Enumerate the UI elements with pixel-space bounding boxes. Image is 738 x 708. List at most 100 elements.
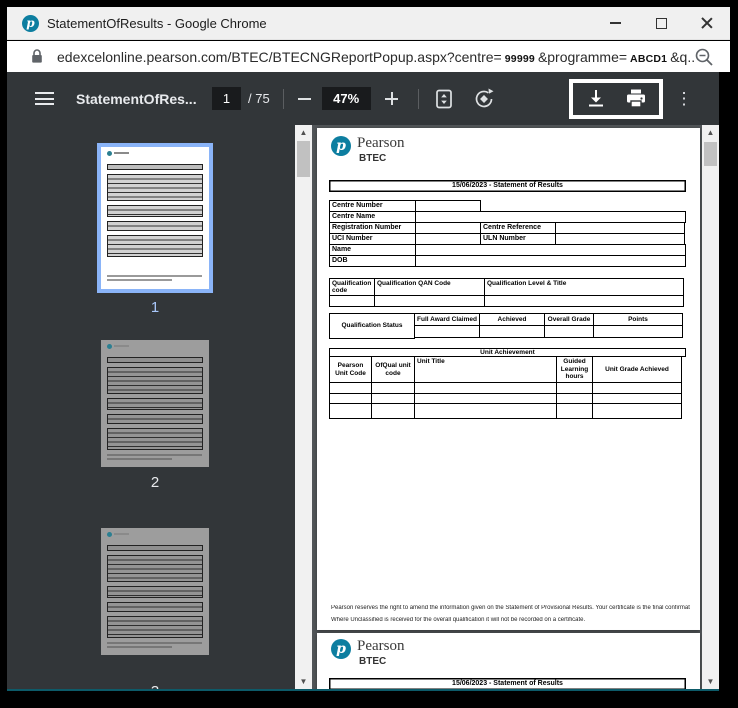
scroll-up-button[interactable]: ▲ (702, 125, 719, 140)
maximize-icon (656, 18, 667, 29)
hamburger-icon (35, 92, 54, 94)
print-button[interactable] (623, 86, 649, 112)
value-cell (414, 403, 557, 419)
download-button[interactable] (583, 86, 609, 112)
value-cell (484, 295, 684, 307)
header-cell: Unit Grade Achieved (592, 356, 682, 383)
lock-icon[interactable] (31, 49, 43, 64)
scroll-down-button[interactable]: ▼ (702, 674, 719, 689)
thumbnail-preview (101, 528, 209, 655)
header-cell: Qualification Level & Title (484, 278, 684, 296)
fit-page-icon (434, 89, 454, 109)
scroll-thumb[interactable] (704, 142, 717, 166)
scroll-up-button[interactable]: ▲ (295, 125, 312, 140)
pdf-viewer-content: 1 2 3 ▲ ▼ (7, 125, 719, 689)
programme-value: ABCD1 (630, 53, 667, 65)
value-cell (329, 295, 375, 307)
more-options-button[interactable]: ⋮ (675, 89, 693, 109)
header-cell: Pearson Unit Code (329, 356, 372, 383)
header-cell: Qualification QAN Code (374, 278, 485, 296)
table-row: Pearson Unit Code OfQual unit code Unit … (329, 356, 686, 383)
brand-name: Pearson (357, 638, 405, 655)
scroll-down-button[interactable]: ▼ (295, 674, 312, 689)
close-icon (701, 17, 713, 29)
brand-sub: BTEC (359, 656, 386, 667)
thumbnail-label-2: 2 (101, 474, 209, 491)
url-text: edexcelonline.pearson.com/BTEC/BTECNGRep… (57, 49, 694, 65)
thumbnail-label-1: 1 (101, 299, 209, 316)
minimize-button[interactable] (592, 7, 638, 40)
value-cell (593, 325, 683, 338)
window-title: StatementOfResults - Google Chrome (47, 16, 267, 31)
pearson-favicon-icon: p (22, 15, 39, 32)
footer-disclaimer-line: Pearson reserves the right to amend the … (331, 605, 690, 611)
thumbnail-preview (101, 340, 209, 467)
statement-header-bar: 15/06/2023 - Statement of Results (329, 180, 686, 192)
zoom-level: 47% (322, 87, 371, 110)
minimize-icon (610, 22, 621, 24)
maximize-button[interactable] (638, 7, 684, 40)
rotate-button[interactable] (471, 86, 497, 112)
pdf-toolbar: StatementOfRes... 1 / 75 47% (7, 72, 719, 125)
minus-icon (298, 98, 311, 100)
qualification-status-table: Qualification Status Full Award Claimed … (329, 313, 686, 339)
plus-icon (385, 92, 398, 105)
table-row: DOB (329, 255, 686, 267)
brand-sub: BTEC (359, 153, 386, 164)
thumbnail-page-3[interactable] (101, 528, 209, 655)
dots-vertical-icon: ⋮ (676, 89, 693, 108)
header-cell: Guided Learning hours (556, 356, 593, 383)
toolbar-separator (418, 89, 419, 109)
label-cell: Qualification Status (329, 313, 415, 339)
header-cell: Qualification code (329, 278, 375, 296)
footer-disclaimer-line: Where Unclassified is received for the o… (331, 617, 690, 623)
zoom-out-page-icon[interactable] (694, 47, 714, 67)
print-icon (626, 89, 646, 108)
scroll-thumb[interactable] (297, 141, 310, 177)
thumbnail-page-1[interactable] (97, 143, 213, 293)
pearson-logo-icon: p (331, 639, 351, 659)
brand-name: Pearson (357, 135, 405, 152)
label-cell: DOB (329, 255, 416, 267)
main-scrollbar[interactable]: ▲ ▼ (702, 125, 719, 689)
thumbnail-sidebar: 1 2 3 (7, 125, 295, 689)
thumbnail-preview (101, 147, 209, 289)
document-title: StatementOfRes... (76, 91, 204, 107)
value-cell (592, 403, 682, 419)
table-row (329, 295, 686, 307)
thumbnail-label-3: 3 (101, 683, 209, 689)
close-button[interactable] (684, 7, 730, 40)
value-cell (415, 255, 686, 267)
thumbnail-page-2[interactable] (101, 340, 209, 467)
window-controls (592, 7, 730, 40)
value-cell (374, 295, 485, 307)
window-right-gap (719, 72, 730, 691)
table-row (414, 325, 685, 338)
page-count-label: / 75 (248, 91, 270, 106)
browser-window: p StatementOfResults - Google Chrome ede… (7, 7, 730, 691)
value-cell (479, 325, 545, 338)
window-titlebar: p StatementOfResults - Google Chrome (7, 7, 730, 40)
value-cell (556, 403, 593, 419)
zoom-out-button[interactable] (292, 86, 318, 112)
pdf-main-view: p Pearson BTEC 15/06/2023 - Statement of… (312, 125, 702, 689)
sidebar-scrollbar[interactable]: ▲ ▼ (295, 125, 312, 689)
statement-header-bar: 15/06/2023 - Statement of Results (329, 678, 686, 689)
menu-button[interactable] (35, 92, 54, 105)
qualification-table: Qualification code Qualification QAN Cod… (329, 278, 686, 307)
desktop: p StatementOfResults - Google Chrome ede… (0, 0, 738, 708)
zoom-in-button[interactable] (379, 86, 405, 112)
header-cell: Unit Title (414, 356, 557, 383)
rotate-icon (473, 88, 495, 110)
pearson-logo-icon: p (331, 136, 351, 156)
candidate-info-table: Centre Number Centre Name Registration N… (329, 200, 686, 267)
value-cell (544, 325, 594, 338)
toolbar-separator (283, 89, 284, 109)
table-row: Qualification code Qualification QAN Cod… (329, 278, 686, 296)
centre-value: 99999 (505, 53, 535, 65)
fit-page-button[interactable] (431, 86, 457, 112)
header-cell: OfQual unit code (371, 356, 415, 383)
page-number-input[interactable]: 1 (212, 87, 241, 110)
pdf-page-1: p Pearson BTEC 15/06/2023 - Statement of… (317, 128, 700, 630)
address-bar[interactable]: edexcelonline.pearson.com/BTEC/BTECNGRep… (7, 41, 730, 72)
